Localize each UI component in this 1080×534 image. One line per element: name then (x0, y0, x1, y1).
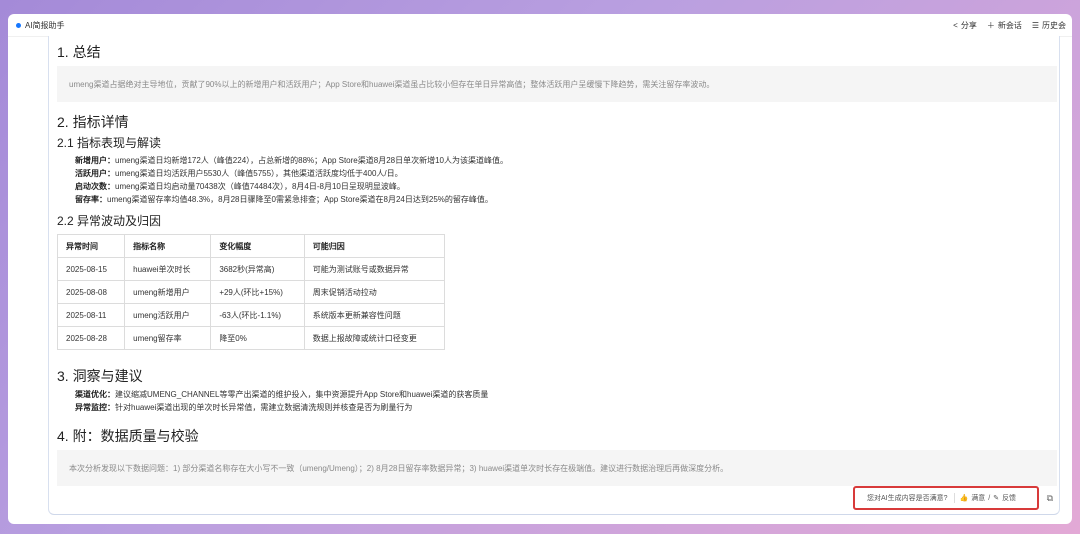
table-row: 2025-08-28 umeng留存率 降至0% 数据上报故障或统计口径变更 (56, 326, 446, 350)
pencil-icon[interactable]: ✎ (993, 494, 999, 502)
window-frame: AI简报助手 < 分享 ＋新会话 ☰ 历史会 1. 总结 umeng渠道占据绝对主导… (0, 0, 1080, 534)
copy-icon[interactable]: ⧉ (1047, 493, 1053, 504)
status-dot-icon (16, 22, 21, 28)
table-header-time: 异常时间 (56, 234, 126, 258)
report-content: 1. 总结 umeng渠道占据绝对主导地位，贡献了90%以上的新增用户和活跃用户… (48, 36, 1060, 515)
table-header-row: 异常时间 指标名称 变化幅度 可能归因 (56, 234, 446, 258)
table-header-cause: 可能归因 (303, 234, 446, 258)
table-header-metric: 指标名称 (124, 234, 212, 258)
section-3-title: 3. 洞察与建议 (57, 368, 143, 384)
metric-retention: 留存率：umeng渠道留存率均值48.3%，8月28日骤降至0需紧急排查；App… (75, 195, 493, 204)
table-cell: huawei单次时长 (124, 257, 212, 281)
table-cell: 3682秒(异常高) (210, 257, 305, 281)
metric-launches: 启动次数：umeng渠道日均启动量70438次（峰值74484次），8月4日-8… (75, 182, 405, 191)
table-row: 2025-08-15 huawei单次时长 3682秒(异常高) 可能为测试账号… (56, 257, 446, 281)
thumbs-up-icon[interactable]: 👍 (960, 494, 969, 502)
history-icon: ☰ (1031, 20, 1039, 30)
table-row: 2025-08-11 umeng活跃用户 -63人(环比-1.1%) 系统版本更… (56, 303, 446, 327)
table-cell: umeng活跃用户 (124, 303, 212, 327)
table-cell: 降至0% (210, 326, 305, 350)
section-2-1-title: 2.1 指标表现与解读 (57, 136, 162, 150)
table-cell: +29人(环比+15%) (210, 280, 305, 304)
table-cell: 可能为测试账号或数据异常 (303, 257, 446, 281)
table-cell: 2025-08-15 (56, 257, 126, 281)
section-4-title: 4. 附：数据质量与校验 (57, 428, 199, 444)
table-cell: -63人(环比-1.1%) (210, 303, 305, 327)
satisfied-button[interactable]: 满意 (971, 493, 985, 503)
new-chat-button[interactable]: ＋新会话 (987, 20, 1022, 31)
feedback-buttons: 👍 满意 / ✎ 反馈 (953, 493, 1016, 503)
table-cell: 2025-08-11 (56, 303, 126, 327)
table-cell: 数据上报故障或统计口径变更 (303, 326, 446, 350)
metric-active-users: 活跃用户：umeng渠道日均活跃用户5530人（峰值5755），其他渠道活跃度均… (75, 169, 403, 178)
insight-anomaly-monitoring: 异常监控：针对huawei渠道出现的单次时长异常值，需建立数据清洗规则并核查是否… (75, 403, 413, 412)
table-cell: 系统版本更新兼容性问题 (303, 303, 446, 327)
table-cell: umeng新增用户 (124, 280, 212, 304)
insight-channel-optimization: 渠道优化：建议缩减UMENG_CHANNEL等零产出渠道的维护投入，集中资源提升… (75, 390, 489, 399)
separator: / (988, 494, 991, 502)
metric-list: 新增用户：umeng渠道日均新增172人（峰值224），占总新增的88%；App… (57, 154, 508, 206)
plus-icon: ＋ (986, 20, 995, 30)
anomaly-table: 异常时间 指标名称 变化幅度 可能归因 2025-08-15 huawei单次时… (56, 234, 446, 350)
table-cell: umeng留存率 (124, 326, 212, 350)
data-quality-box: 本次分析发现以下数据问题：1) 部分渠道名称存在大小写不一致（umeng/Ume… (57, 450, 1057, 486)
app-window: AI简报助手 < 分享 ＋新会话 ☰ 历史会 1. 总结 umeng渠道占据绝对主导… (8, 14, 1072, 524)
history-button[interactable]: ☰ 历史会 (1032, 20, 1066, 31)
feedback-button[interactable]: 反馈 (1002, 493, 1016, 503)
feedback-bar: 您对AI生成内容是否满意? 👍 满意 / ✎ 反馈 (853, 486, 1039, 510)
metric-new-users: 新增用户：umeng渠道日均新增172人（峰值224），占总新增的88%；App… (75, 156, 508, 165)
share-icon: < (953, 20, 958, 30)
table-cell: 2025-08-28 (56, 326, 126, 350)
section-1-title: 1. 总结 (57, 44, 101, 60)
table-cell: 2025-08-08 (56, 280, 126, 304)
app-title: AI简报助手 (25, 20, 65, 30)
feedback-question: 您对AI生成内容是否满意? (867, 495, 948, 502)
summary-box: umeng渠道占据绝对主导地位，贡献了90%以上的新增用户和活跃用户；App S… (57, 66, 1057, 102)
table-row: 2025-08-08 umeng新增用户 +29人(环比+15%) 周末促销活动… (56, 280, 446, 304)
share-button[interactable]: < 分享 (953, 20, 977, 31)
insight-list: 渠道优化：建议缩减UMENG_CHANNEL等零产出渠道的维护投入，集中资源提升… (57, 388, 488, 414)
table-cell: 周末促销活动拉动 (303, 280, 446, 304)
top-bar: AI简报助手 < 分享 ＋新会话 ☰ 历史会 (8, 14, 1072, 37)
section-2-title: 2. 指标详情 (57, 114, 129, 130)
section-2-2-title: 2.2 异常波动及归因 (57, 214, 162, 228)
table-header-change: 变化幅度 (210, 234, 305, 258)
